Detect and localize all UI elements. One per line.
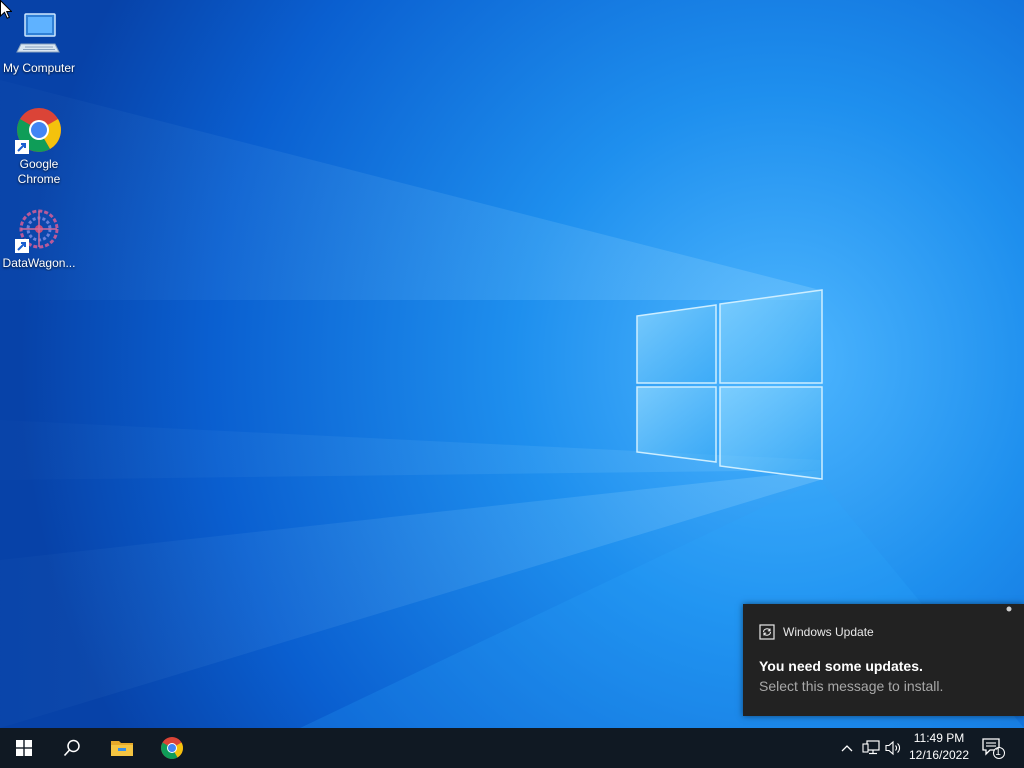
toast-close-icon[interactable]	[1004, 606, 1014, 612]
chrome-icon	[161, 737, 183, 759]
file-explorer-button[interactable]	[98, 728, 146, 768]
chrome-icon	[15, 106, 63, 154]
search-icon	[63, 739, 80, 757]
chrome-taskbar-button[interactable]	[148, 728, 196, 768]
show-hidden-icons-button[interactable]	[838, 728, 856, 768]
desktop-icon-label: Google Chrome	[17, 157, 61, 186]
notification-count-badge: 1	[995, 747, 1001, 758]
volume-button[interactable]	[884, 728, 904, 768]
chevron-up-icon	[841, 745, 853, 752]
desktop-icon-label: DataWagon...	[2, 256, 76, 270]
file-explorer-icon	[111, 741, 133, 756]
taskbar: 11:49 PM 12/16/2022 1	[0, 728, 1024, 768]
clock-date: 12/16/2022	[908, 748, 970, 762]
network-icon	[862, 740, 880, 755]
desktop-icon-datawagon[interactable]: DataWagon...	[0, 205, 78, 271]
volume-icon	[885, 740, 900, 756]
datawagon-icon	[15, 205, 63, 253]
windows-start-icon	[16, 740, 32, 756]
toast-body: Select this message to install.	[759, 678, 944, 694]
network-button[interactable]	[860, 728, 882, 768]
desktop-icon-google-chrome[interactable]: Google Chrome	[0, 106, 78, 187]
toast-title: You need some updates.	[759, 658, 923, 674]
shortcut-arrow-icon	[15, 140, 29, 154]
desktop-icon-label: My Computer	[2, 61, 76, 75]
windows-update-icon	[759, 624, 775, 640]
start-button[interactable]	[0, 728, 48, 768]
desktop-icon-my-computer[interactable]: My Computer	[0, 10, 78, 76]
taskbar-clock[interactable]: 11:49 PM 12/16/2022	[903, 730, 975, 766]
computer-icon	[15, 10, 63, 58]
clock-time: 11:49 PM	[913, 731, 965, 745]
toast-app-header: Windows Update	[759, 624, 874, 640]
mouse-cursor-icon	[0, 0, 12, 19]
search-button[interactable]	[48, 728, 96, 768]
toast-app-name: Windows Update	[783, 625, 874, 639]
windows-update-notification[interactable]: Windows Update You need some updates. Se…	[743, 604, 1024, 716]
shortcut-arrow-icon	[15, 239, 29, 253]
action-center-button[interactable]: 1	[978, 728, 1008, 768]
